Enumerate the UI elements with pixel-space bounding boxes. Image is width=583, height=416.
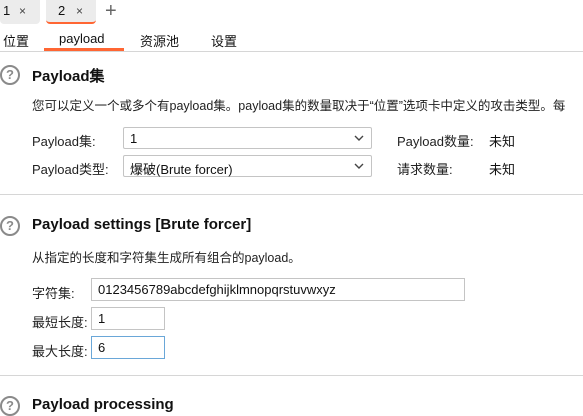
payload-settings-description: 从指定的长度和字符集生成所有组合的payload。: [32, 251, 301, 265]
section-divider: [0, 375, 583, 376]
payload-set-label: Payload集:: [32, 134, 96, 149]
chevron-down-icon: [354, 135, 364, 141]
tab-positions[interactable]: 位置: [3, 31, 29, 50]
tab-payloads[interactable]: payload: [59, 31, 105, 46]
request-tab-1[interactable]: 1 ×: [0, 0, 40, 24]
min-length-input[interactable]: [91, 307, 165, 330]
payload-settings-title: Payload settings [Brute forcer]: [32, 216, 252, 233]
request-tab-label: 1: [3, 3, 11, 18]
payload-count-value: 未知: [489, 134, 516, 149]
request-count-label: 请求数量:: [397, 162, 453, 177]
add-tab-icon[interactable]: +: [105, 0, 117, 22]
charset-label: 字符集:: [32, 286, 75, 301]
help-icon[interactable]: ?: [0, 396, 20, 416]
request-tab-bar: 1 × 2 × +: [0, 0, 583, 26]
payload-processing-title: Payload processing: [32, 396, 174, 413]
max-length-label: 最大长度:: [32, 344, 88, 359]
help-icon[interactable]: ?: [0, 216, 20, 236]
request-tab-2[interactable]: 2 ×: [46, 0, 96, 24]
tab-resource-pool[interactable]: 资源池: [140, 31, 179, 50]
help-icon[interactable]: ?: [0, 65, 20, 85]
max-length-input[interactable]: [91, 336, 165, 359]
tab-settings[interactable]: 设置: [211, 31, 237, 50]
payload-type-label: Payload类型:: [32, 162, 109, 177]
request-tab-label: 2: [58, 3, 66, 18]
min-length-label: 最短长度:: [32, 315, 88, 330]
payload-sets-description: 您可以定义一个或多个有payload集。payload集的数量取决于“位置”选项…: [32, 99, 566, 113]
payload-type-select[interactable]: 爆破(Brute forcer): [123, 155, 372, 177]
payload-sets-title: Payload集: [32, 68, 105, 85]
close-icon[interactable]: ×: [76, 4, 83, 18]
request-count-value: 未知: [489, 162, 516, 177]
chevron-down-icon: [354, 163, 364, 169]
close-icon[interactable]: ×: [19, 4, 26, 18]
payload-set-value: 1: [130, 131, 138, 146]
section-divider: [0, 194, 583, 195]
payload-count-label: Payload数量:: [397, 134, 474, 149]
payload-set-select[interactable]: 1: [123, 127, 372, 149]
active-tab-indicator: [44, 48, 124, 51]
charset-input[interactable]: [91, 278, 465, 301]
payload-type-value: 爆破(Brute forcer): [130, 162, 233, 177]
